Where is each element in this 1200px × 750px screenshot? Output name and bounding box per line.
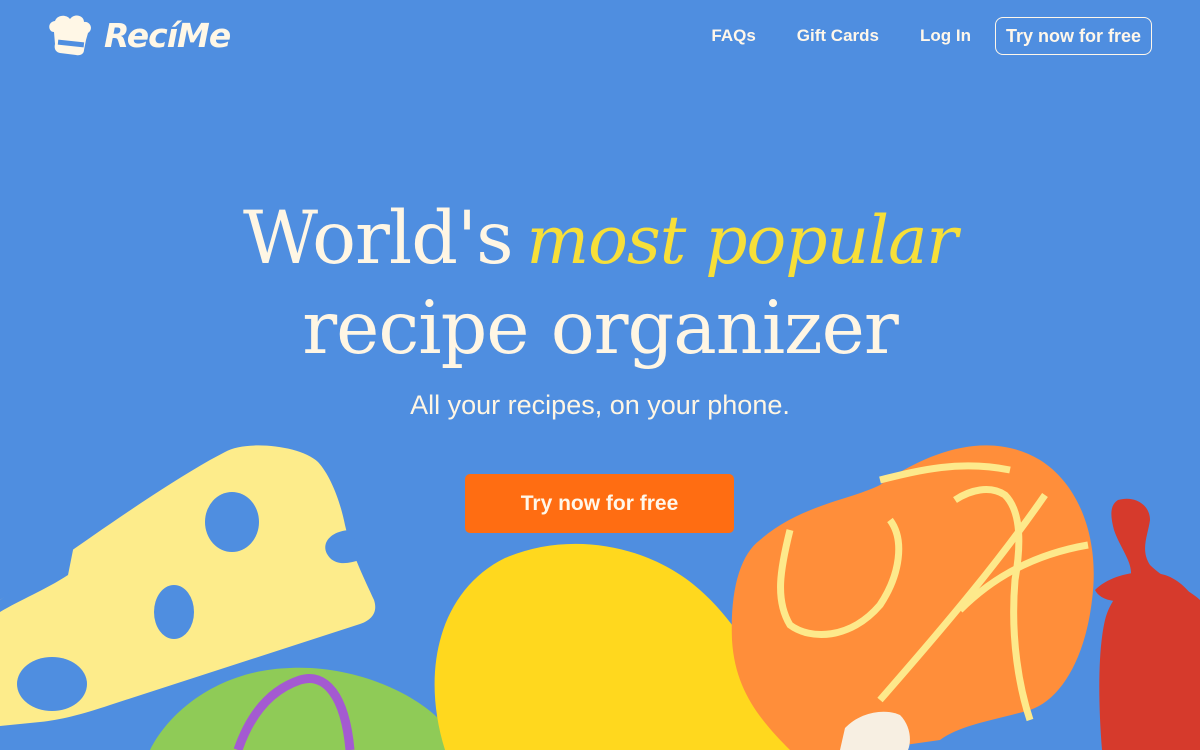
- food-illustrations: [0, 445, 1200, 750]
- garlic-illustration: [840, 711, 910, 750]
- nav-try-free-button[interactable]: Try now for free: [994, 17, 1152, 55]
- nav-faqs-link[interactable]: FAQs: [711, 26, 755, 46]
- chili-pepper-illustration: [1095, 498, 1200, 750]
- hero-try-free-button[interactable]: Try now for free: [465, 474, 734, 533]
- cheese-illustration: [0, 445, 376, 726]
- top-nav: FAQs Gift Cards Log In Try now for free: [711, 16, 1152, 56]
- nav-login-link[interactable]: Log In: [920, 26, 971, 46]
- logo-wordmark: RecíMe: [104, 15, 231, 55]
- egg-illustration: [434, 543, 790, 750]
- chef-hat-icon: [46, 14, 98, 56]
- logo[interactable]: RecíMe: [46, 14, 231, 56]
- hero-headline-plain: World's: [243, 196, 514, 281]
- hero-subtitle: All your recipes, on your phone.: [410, 390, 790, 420]
- lettuce-illustration: [150, 667, 445, 750]
- hero-headline-line1: World's most popular: [0, 196, 1200, 281]
- hero-headline-accent: most popular: [526, 202, 958, 279]
- hero-headline-line2: recipe organizer: [302, 286, 898, 371]
- nav-gift-cards-link[interactable]: Gift Cards: [797, 26, 879, 46]
- bread-illustration: [731, 445, 1094, 750]
